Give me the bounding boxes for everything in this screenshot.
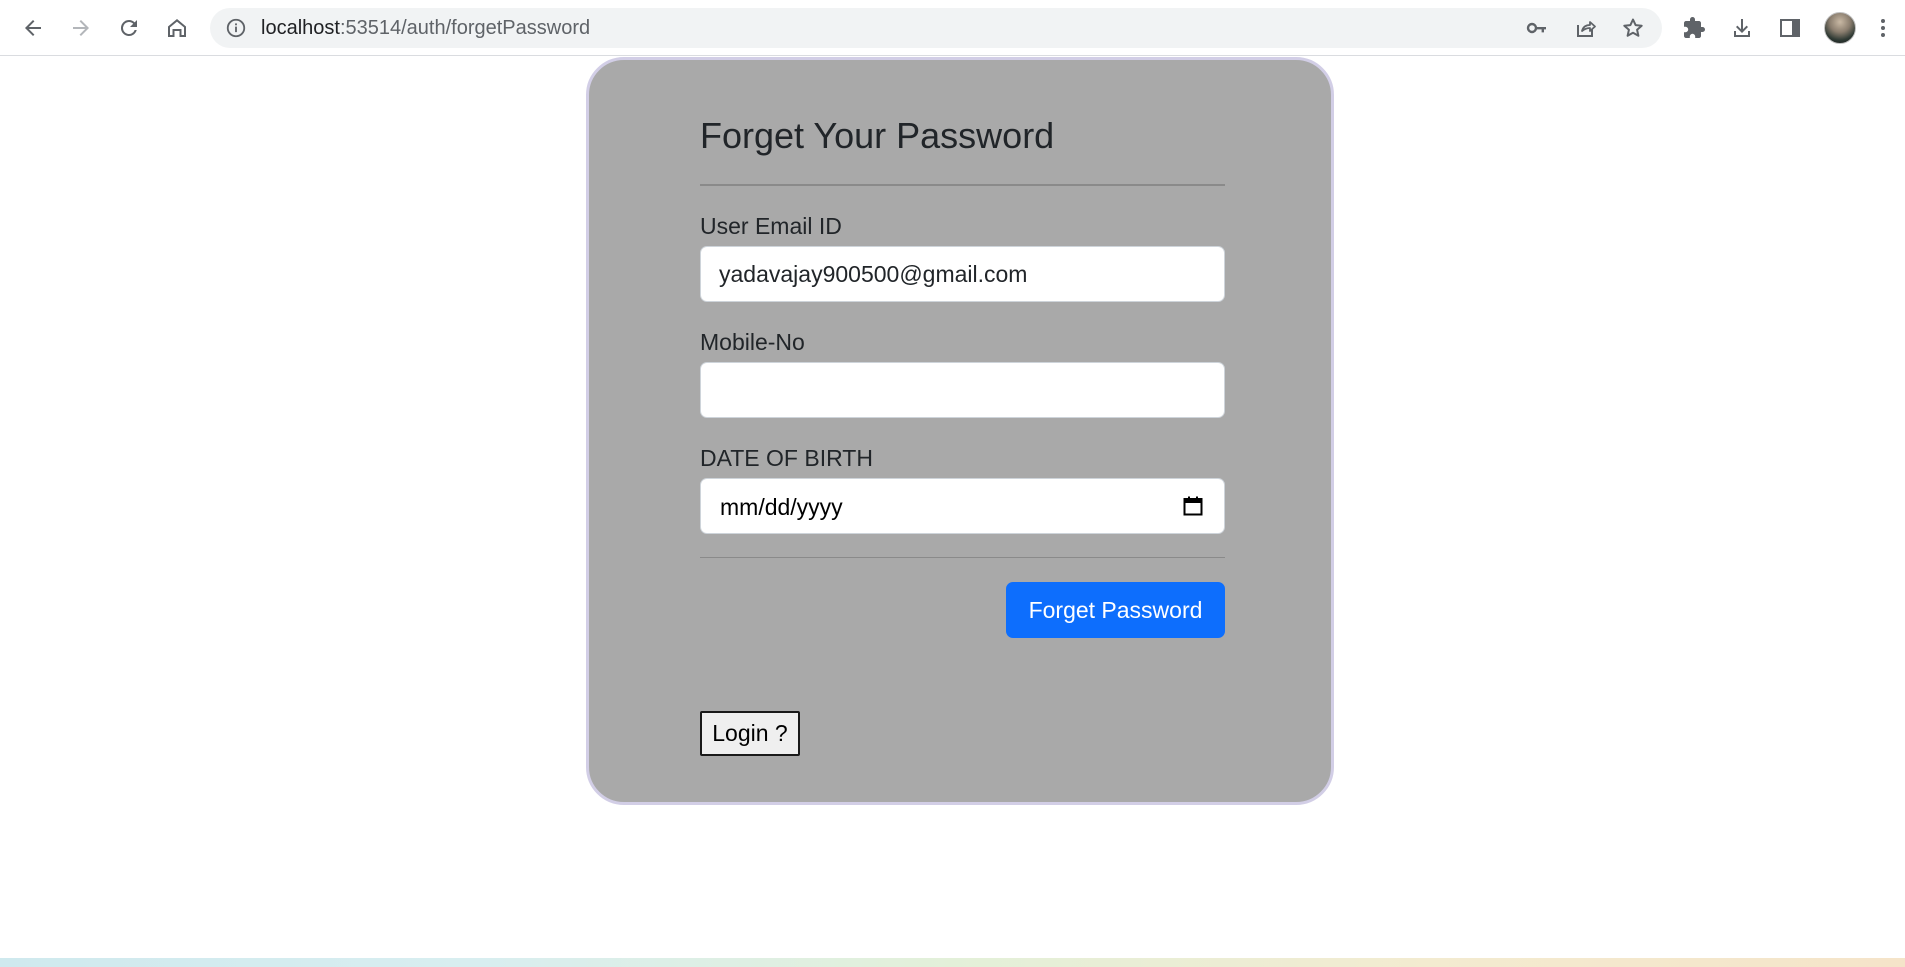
forward-arrow-icon xyxy=(73,20,89,36)
address-bar[interactable]: localhost:53514/auth/forgetPassword xyxy=(210,8,1662,48)
download-icon xyxy=(1734,19,1750,37)
downloads-button[interactable] xyxy=(1724,10,1760,46)
url-text[interactable]: localhost:53514/auth/forgetPassword xyxy=(261,17,590,39)
form-divider xyxy=(700,557,1225,558)
star-icon[interactable] xyxy=(1619,14,1647,42)
page-title: Forget Your Password xyxy=(700,115,1055,156)
bottom-gradient-strip xyxy=(0,958,1905,967)
dob-placeholder: mm/dd/yyyy xyxy=(720,494,843,520)
menu-button[interactable] xyxy=(1869,10,1897,46)
mobile-label: Mobile-No xyxy=(700,329,805,355)
extensions-button[interactable] xyxy=(1676,10,1712,46)
back-button[interactable] xyxy=(15,10,51,46)
back-arrow-icon xyxy=(25,20,41,36)
mobile-field[interactable] xyxy=(700,362,1225,418)
url-path: :53514/auth/forgetPassword xyxy=(339,17,591,39)
side-panel-button[interactable] xyxy=(1772,10,1808,46)
email-field[interactable] xyxy=(700,246,1225,302)
share-icon[interactable] xyxy=(1571,14,1599,42)
forget-password-button[interactable]: Forget Password xyxy=(1006,582,1225,638)
side-panel-icon xyxy=(1780,19,1800,37)
info-icon[interactable] xyxy=(224,16,248,40)
url-host: localhost xyxy=(261,17,340,39)
title-divider xyxy=(700,184,1225,186)
kebab-menu-icon xyxy=(1881,19,1885,37)
home-icon xyxy=(168,19,186,37)
dob-field[interactable]: mm/dd/yyyy xyxy=(700,478,1225,534)
login-button[interactable]: Login ? xyxy=(700,711,800,756)
forward-button[interactable] xyxy=(63,10,99,46)
browser-toolbar: localhost:53514/auth/forgetPassword xyxy=(0,0,1905,56)
key-icon[interactable] xyxy=(1523,14,1551,42)
home-button[interactable] xyxy=(159,10,195,46)
profile-avatar[interactable] xyxy=(1824,12,1856,44)
reload-button[interactable] xyxy=(111,10,147,46)
calendar-icon[interactable] xyxy=(1181,494,1205,518)
forget-password-card: Forget Your Password User Email ID Mobil… xyxy=(586,57,1334,805)
reload-icon xyxy=(120,19,137,36)
dob-label: DATE OF BIRTH xyxy=(700,445,873,471)
puzzle-icon xyxy=(1684,17,1705,38)
email-label: User Email ID xyxy=(700,213,842,239)
